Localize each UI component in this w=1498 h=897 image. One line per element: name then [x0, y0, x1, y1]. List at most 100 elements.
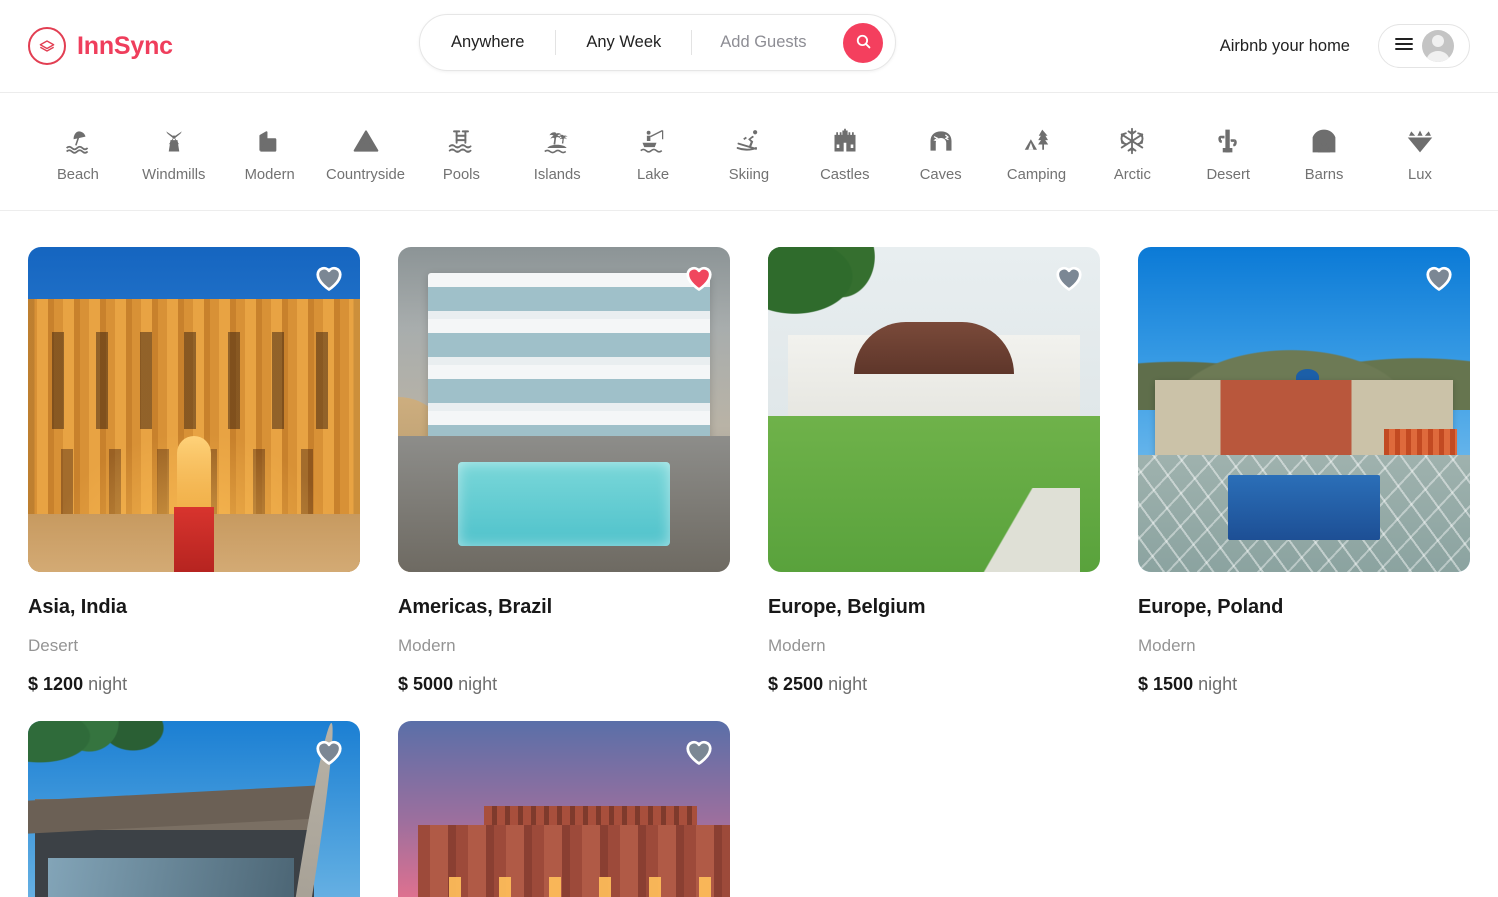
category-item-islands[interactable]: Islands: [509, 120, 605, 183]
price-unit: night: [458, 674, 498, 694]
category-item-pools[interactable]: Pools: [413, 120, 509, 183]
listing-photo-modern-villa: [398, 247, 730, 572]
brand-name: InnSync: [77, 31, 173, 60]
price-unit: night: [1198, 674, 1238, 694]
listing-category: Modern: [768, 636, 826, 655]
listing-price: $ 1500 night: [1138, 674, 1470, 695]
category-label: Camping: [1006, 167, 1067, 183]
mountain-icon: [352, 126, 380, 156]
listing-category: Desert: [28, 636, 79, 655]
category-label: Countryside: [326, 167, 405, 183]
layers-diamond-icon: [28, 27, 66, 65]
pool-ladder-icon: [447, 126, 475, 156]
palm-island-icon: [543, 126, 571, 156]
tent-tree-icon: [1023, 126, 1051, 156]
category-label: Modern: [244, 167, 295, 183]
fishing-boat-icon: [639, 126, 667, 156]
listing-title: Americas, Brazil: [398, 596, 553, 618]
hamburger-menu-icon[interactable]: [1394, 37, 1413, 56]
user-avatar-icon[interactable]: [1421, 30, 1454, 62]
listing-title: Europe, Poland: [1138, 596, 1284, 618]
category-label: Islands: [533, 167, 581, 183]
listing-image[interactable]: [398, 247, 730, 572]
brand-logo[interactable]: InnSync: [28, 27, 173, 65]
listing-image[interactable]: [1138, 247, 1470, 572]
price-amount: 5000: [413, 674, 454, 694]
listing-photo-glass-house: [28, 721, 360, 897]
header-right-cluster: Airbnb your home: [1220, 24, 1470, 68]
listing-image[interactable]: [398, 721, 730, 897]
favorite-heart-icon[interactable]: [1054, 263, 1084, 291]
barn-icon: [1310, 126, 1338, 156]
category-label: Caves: [919, 167, 962, 183]
price-unit: night: [88, 674, 128, 694]
price-amount: 1500: [1153, 674, 1194, 694]
cactus-icon: [1214, 126, 1242, 156]
price-currency: $: [768, 674, 779, 694]
search-location-button[interactable]: Anywhere: [420, 33, 555, 52]
beach-umbrella-icon: [64, 126, 92, 156]
listing-title: Europe, Belgium: [768, 596, 926, 618]
user-menu-button[interactable]: [1378, 24, 1470, 68]
search-dates-button[interactable]: Any Week: [556, 33, 691, 52]
category-label: Barns: [1304, 167, 1344, 183]
listing-card[interactable]: Asia, India Desert $ 1200 night: [28, 247, 360, 695]
listing-card[interactable]: Europe, Belgium Modern $ 2500 night: [768, 247, 1100, 695]
price-amount: 1200: [43, 674, 84, 694]
category-bar: Beach Windmills Modern Countryside Pools…: [0, 93, 1498, 211]
listing-photo-palace: [28, 247, 360, 572]
airbnb-your-home-link[interactable]: Airbnb your home: [1220, 37, 1350, 56]
windmill-icon: [160, 126, 188, 156]
listing-image[interactable]: [28, 721, 360, 897]
category-label: Beach: [56, 167, 99, 183]
favorite-heart-icon[interactable]: [314, 737, 344, 765]
category-label: Lake: [637, 167, 670, 183]
listing-card[interactable]: Americas, Brazil Modern $ 5000 night: [398, 247, 730, 695]
category-item-desert[interactable]: Desert: [1180, 120, 1276, 183]
category-item-barns[interactable]: Barns: [1276, 120, 1372, 183]
category-label: Castles: [820, 167, 870, 183]
category-item-lux[interactable]: Lux: [1372, 120, 1468, 183]
listing-photo-barn-villa: [768, 247, 1100, 572]
listing-price: $ 5000 night: [398, 674, 730, 695]
category-item-beach[interactable]: Beach: [30, 120, 126, 183]
category-item-modern[interactable]: Modern: [222, 120, 318, 183]
category-item-camping[interactable]: Camping: [989, 120, 1085, 183]
cave-icon: [927, 126, 955, 156]
search-guests-button[interactable]: Add Guests: [692, 33, 806, 52]
price-amount: 2500: [783, 674, 824, 694]
category-item-countryside[interactable]: Countryside: [318, 120, 414, 183]
listing-card[interactable]: Europe, Poland Modern $ 1500 night: [1138, 247, 1470, 695]
category-item-arctic[interactable]: Arctic: [1084, 120, 1180, 183]
category-label: Desert: [1206, 167, 1251, 183]
category-item-skiing[interactable]: Skiing: [701, 120, 797, 183]
favorite-heart-icon[interactable]: [314, 263, 344, 291]
listing-image[interactable]: [768, 247, 1100, 572]
favorite-heart-icon[interactable]: [684, 737, 714, 765]
category-label: Pools: [442, 167, 480, 183]
listing-card[interactable]: [398, 721, 730, 897]
diamond-icon: [1406, 126, 1434, 156]
search-icon: [855, 33, 872, 53]
favorite-heart-icon[interactable]: [684, 263, 714, 291]
price-currency: $: [398, 674, 409, 694]
listing-price: $ 1200 night: [28, 674, 360, 695]
listing-category: Modern: [398, 636, 456, 655]
price-unit: night: [828, 674, 868, 694]
category-label: Skiing: [728, 167, 770, 183]
category-label: Windmills: [142, 167, 206, 183]
search-submit-button[interactable]: [843, 22, 883, 63]
listing-grid: Asia, India Desert $ 1200 night Americas…: [0, 211, 1498, 897]
listing-image[interactable]: [28, 247, 360, 572]
category-item-castles[interactable]: Castles: [797, 120, 893, 183]
listing-card[interactable]: [28, 721, 360, 897]
category-label: Arctic: [1113, 167, 1151, 183]
listing-category: Modern: [1138, 636, 1196, 655]
search-bar[interactable]: Anywhere Any Week Add Guests: [419, 14, 896, 71]
favorite-heart-icon[interactable]: [1424, 263, 1454, 291]
category-item-windmills[interactable]: Windmills: [126, 120, 222, 183]
modern-building-icon: [256, 126, 284, 156]
category-item-caves[interactable]: Caves: [893, 120, 989, 183]
skier-icon: [735, 126, 763, 156]
category-item-lake[interactable]: Lake: [605, 120, 701, 183]
